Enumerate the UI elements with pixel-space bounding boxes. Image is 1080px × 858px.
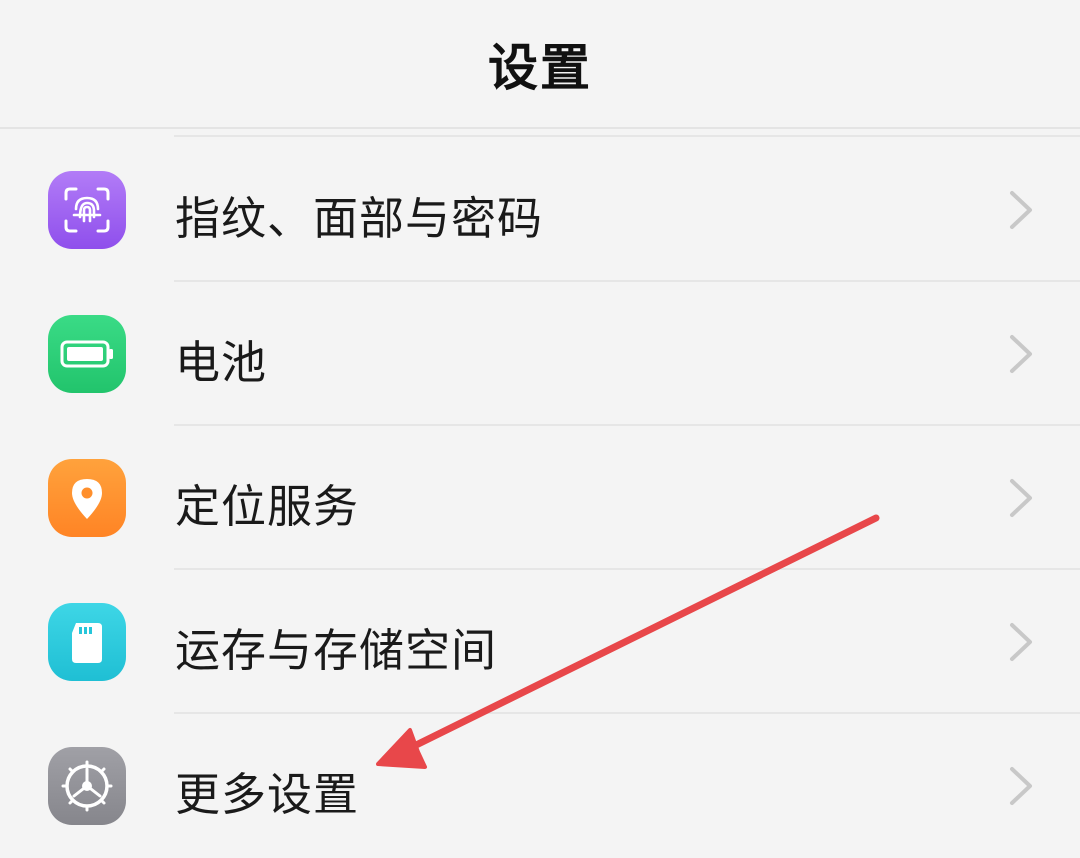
settings-item-label: 指纹、面部与密码 bbox=[175, 192, 544, 245]
settings-item-label: 电池 bbox=[175, 336, 268, 389]
page-title: 设置 bbox=[488, 39, 592, 97]
settings-item-label: 定位服务 bbox=[175, 480, 360, 533]
settings-item-memory-storage[interactable]: 运存与存储空间 bbox=[0, 570, 1080, 714]
list-divider bbox=[174, 135, 1080, 137]
settings-item-location-services[interactable]: 定位服务 bbox=[0, 426, 1080, 570]
settings-item-battery[interactable]: 电池 bbox=[0, 282, 1080, 426]
settings-item-fingerprint-face-password[interactable]: 指纹、面部与密码 bbox=[0, 138, 1080, 282]
header-divider bbox=[0, 127, 1080, 129]
chevron-right-icon bbox=[1010, 479, 1032, 517]
fingerprint-icon bbox=[48, 171, 126, 249]
top-bar: 设置 bbox=[0, 0, 1080, 129]
settings-item-label: 运存与存储空间 bbox=[175, 624, 498, 677]
gear-icon bbox=[48, 747, 126, 825]
chevron-right-icon bbox=[1010, 623, 1032, 661]
chevron-right-icon bbox=[1010, 191, 1032, 229]
battery-icon bbox=[48, 315, 126, 393]
chevron-right-icon bbox=[1010, 767, 1032, 805]
settings-item-label: 更多设置 bbox=[175, 768, 360, 821]
chevron-right-icon bbox=[1010, 335, 1032, 373]
sd-card-icon bbox=[48, 603, 126, 681]
settings-item-more-settings[interactable]: 更多设置 bbox=[0, 714, 1080, 858]
location-pin-icon bbox=[48, 459, 126, 537]
